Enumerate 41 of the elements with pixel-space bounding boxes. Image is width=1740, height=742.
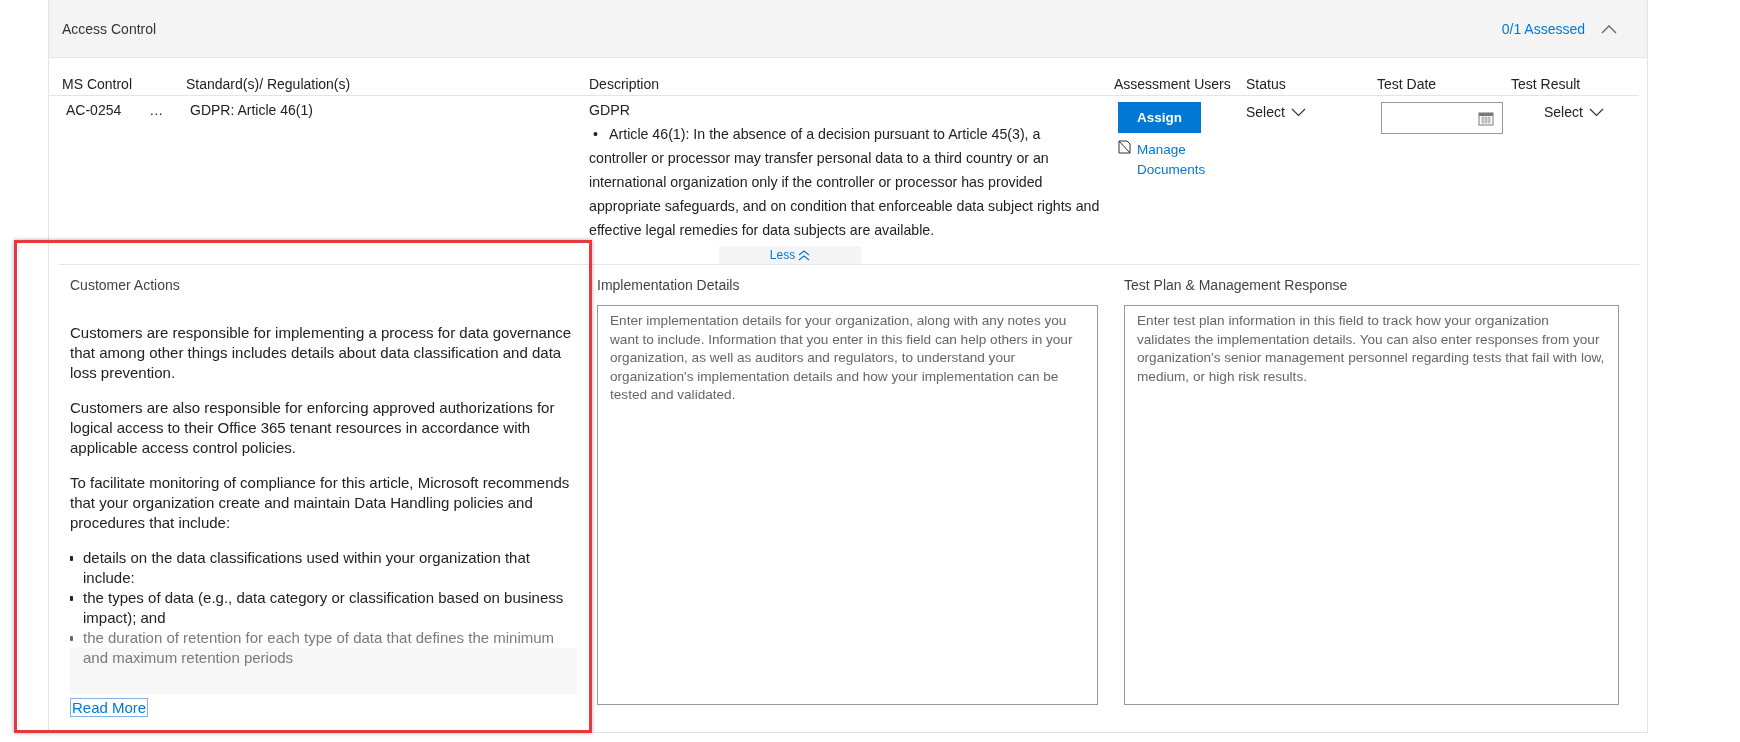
more-options[interactable]: … <box>149 102 165 246</box>
standard-text: GDPR: Article 46(1) <box>189 102 314 120</box>
column-header: MS Control <box>62 76 134 92</box>
description-text: • Article 46(1): In the absence of a decision pursuant to Article 45(3), a controller or processor may transfer personal data to a third country or an international organization only if the controller or processor has provided appropriate safeguards, and on condition that enforceable data subject rights and effective legal remedies for data subjects are available. <box>589 125 1101 240</box>
section-title: Access Control <box>62 20 158 37</box>
bullet-icon <box>70 556 73 561</box>
chevron-down-icon <box>1290 107 1306 117</box>
manage-documents-link[interactable]: Manage Documents <box>1137 140 1213 180</box>
double-chevron-up-icon <box>798 249 811 261</box>
assessed-count[interactable]: 0/1 Assessed <box>1501 20 1585 37</box>
implementation-title: Implementation Details <box>597 277 741 293</box>
test-plan-field[interactable]: Enter test plan information in this field to track how your organization validates the implementation details. You can also enter responses from your organization's senior management personnel regarding tests that fail with low, medium, or high risk results. <box>1124 305 1619 705</box>
paragraph: To facilitate monitoring of compliance for this article, Microsoft recommends that your organization create and maintain Data Handling policies and procedures that include: <box>70 473 571 533</box>
test-plan-title: Test Plan & Management Response <box>1124 277 1349 293</box>
column-header: Standard(s)/ Regulation(s) <box>186 76 352 92</box>
customer-actions-title: Customer Actions <box>70 277 181 293</box>
column-header: Test Result <box>1511 76 1582 92</box>
paragraph: Customers are also responsible for enforcing approved authorizations for logical access to their Office 365 tenant resources in accordance with applicable access control policies. <box>70 398 556 458</box>
list-item: the types of data (e.g., data category or classification based on business impact); and <box>83 588 565 628</box>
column-header: Status <box>1246 76 1287 92</box>
column-header: Description <box>589 76 661 92</box>
bullet-icon <box>70 636 73 641</box>
column-header: Test Date <box>1377 76 1438 92</box>
test-result-dropdown[interactable]: Select <box>1544 102 1604 122</box>
less-button[interactable]: Less <box>719 246 861 264</box>
list-item: details on the data classifications used within your organization that include: <box>83 548 531 588</box>
control-id: AC-0254 <box>66 102 122 120</box>
chevron-down-icon <box>1588 107 1604 117</box>
calendar-icon <box>1478 110 1494 126</box>
list-item: the duration of retention for each type of data that defines the minimum and maximum retention periods <box>83 628 556 668</box>
description-title: GDPR <box>589 101 631 120</box>
read-more-link[interactable]: Read More <box>70 698 149 717</box>
document-icon <box>1118 140 1131 154</box>
implementation-field[interactable]: Enter implementation details for your organization, along with any notes you want to include. Information that you enter in this field can help others in your organization, as well as auditors and regulators, to understand your organization's implementation details and how your implementation can be tested and validated. <box>597 305 1098 705</box>
date-field[interactable] <box>1381 102 1503 134</box>
bullet-icon <box>70 596 73 601</box>
status-dropdown[interactable]: Select <box>1246 102 1306 122</box>
column-header: Assessment Users <box>1114 76 1232 92</box>
assign-button[interactable]: Assign <box>1118 102 1201 133</box>
chevron-up-icon[interactable] <box>1601 23 1617 34</box>
paragraph: Customers are responsible for implementing a process for data governance that among other things includes details about data classification and data loss prevention. <box>70 323 573 383</box>
